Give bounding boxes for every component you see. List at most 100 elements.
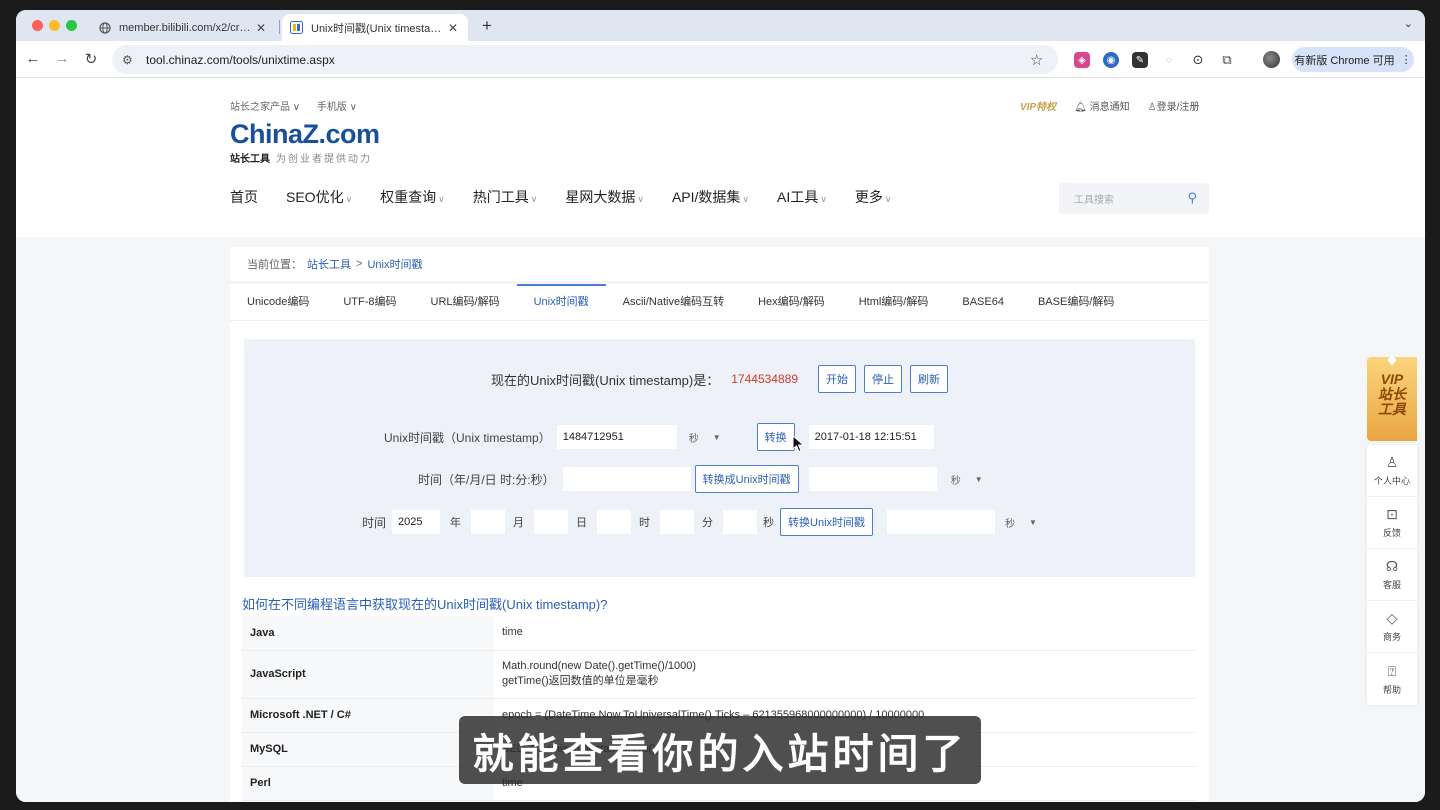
unit-label: 秒 — [1005, 518, 1016, 530]
profile-avatar[interactable] — [1263, 51, 1280, 68]
breadcrumb-current[interactable]: Unix时间戳 — [367, 256, 422, 272]
top-right-links: VIP特权 🔔︎ 消息通知 ♙登录/注册 — [1020, 98, 1199, 113]
products-link[interactable]: 站长之家产品 ∨ — [230, 102, 300, 113]
tab-unix[interactable]: Unix时间戳 — [516, 284, 606, 320]
nav-hot-tools[interactable]: 热门工具 ∨ — [473, 187, 538, 207]
new-tab-button[interactable]: + — [482, 16, 492, 36]
fields-to-unix-button[interactable]: 转换Unix时间戳 — [780, 508, 874, 536]
table-row: JavaScript Math.round(new Date().getTime… — [242, 650, 1195, 699]
to-unix-button[interactable]: 转换成Unix时间戳 — [694, 465, 799, 493]
reload-icon[interactable]: ↻ — [82, 50, 100, 68]
update-chrome-button[interactable]: 有新版 Chrome 可用 ⋮ — [1292, 47, 1414, 72]
tab-hex[interactable]: Hex编码/解码 — [741, 284, 842, 320]
sidebar-item-profile[interactable]: ♙ 个人中心 — [1367, 445, 1417, 497]
month-input[interactable] — [471, 510, 506, 534]
back-icon[interactable]: ← — [24, 50, 42, 67]
tab-unicode[interactable]: Unicode编码 — [230, 284, 326, 320]
nav-more[interactable]: 更多 ∨ — [855, 187, 892, 207]
datetime-input[interactable] — [562, 467, 691, 491]
tab-title: Unix时间戳(Unix timestamp)转 — [311, 22, 446, 35]
nav-label: SEO优化 — [286, 189, 344, 205]
convert-button[interactable]: 转换 — [756, 423, 795, 451]
unit-select[interactable]: 秒 ▼ — [1005, 515, 1037, 530]
timestamp-result-output[interactable] — [808, 467, 937, 491]
stop-button[interactable]: 停止 — [864, 365, 902, 393]
tab-close-icon[interactable]: ✕ — [254, 21, 268, 35]
start-button[interactable]: 开始 — [818, 365, 856, 393]
site-info-icon[interactable]: ⚙ — [122, 53, 136, 67]
site-logo[interactable]: ChinaZ.com 站长工具 为创业者提供动力 — [230, 119, 380, 165]
address-bar[interactable]: ⚙ tool.chinaz.com/tools/unixtime.aspx ☆ — [112, 45, 1058, 74]
year-input[interactable]: 2025 — [392, 510, 441, 534]
now-timestamp-line: 现在的Unix时间戳(Unix timestamp)是： 1744534889 … — [244, 365, 1195, 393]
date-to-timestamp-row: 时间（年/月/日 时:分:秒） 转换成Unix时间戳 秒 ▼ — [418, 465, 983, 493]
tab-close-icon[interactable]: ✕ — [446, 21, 460, 35]
sidebar-item-label: 个人中心 — [1373, 476, 1410, 486]
extension-icon[interactable]: ◉ — [1103, 52, 1119, 68]
howto-title[interactable]: 如何在不同编程语言中获取现在的Unix时间戳(Unix timestamp)? — [242, 594, 607, 613]
tab-url[interactable]: URL编码/解码 — [414, 284, 517, 320]
handshake-icon: ◇ — [1386, 610, 1398, 626]
tab-html[interactable]: Html编码/解码 — [842, 284, 946, 320]
nav-ai[interactable]: AI工具 ∨ — [777, 187, 827, 207]
sidebar-item-service[interactable]: ☊ 客服 — [1367, 549, 1417, 601]
login-link[interactable]: ♙登录/注册 — [1148, 98, 1200, 113]
nav-home[interactable]: 首页 — [230, 187, 258, 207]
nav-bigdata[interactable]: 星网大数据 ∨ — [565, 187, 644, 207]
timestamp-input[interactable]: 1484712951 — [556, 425, 677, 449]
unit-select[interactable]: 秒 ▼ — [951, 472, 983, 487]
tab-base64[interactable]: BASE64 — [945, 284, 1021, 320]
now-label: 现在的Unix时间戳(Unix timestamp)是： — [491, 372, 720, 388]
url-text[interactable]: tool.chinaz.com/tools/unixtime.aspx — [146, 53, 1030, 67]
tab-ascii[interactable]: Ascii/Native编码互转 — [606, 284, 741, 320]
code-cell: time — [494, 616, 1195, 651]
breadcrumb-link[interactable]: 站长工具 — [307, 256, 351, 272]
minute-input[interactable] — [660, 510, 695, 534]
tool-search-input[interactable]: 工具搜索 ⚲ — [1059, 183, 1209, 214]
refresh-button[interactable]: 刷新 — [910, 365, 948, 393]
tab-utf8[interactable]: UTF-8编码 — [326, 284, 413, 320]
sidebar-item-help[interactable]: ⍰ 帮助 — [1367, 653, 1417, 705]
nav-api[interactable]: API/数据集 ∨ — [672, 187, 749, 207]
sidebar-item-feedback[interactable]: ⊡ 反馈 — [1367, 497, 1417, 549]
now-timestamp-value: 1744534889 — [731, 372, 798, 386]
close-window-button[interactable] — [32, 20, 43, 31]
mobile-link[interactable]: 手机版 ∨ — [317, 102, 357, 113]
minimize-window-button[interactable] — [49, 20, 60, 31]
second-input[interactable] — [723, 510, 758, 534]
nav-label: 更多 — [854, 189, 883, 205]
fields-result-output[interactable] — [887, 510, 996, 534]
extension-icon[interactable]: ✎ — [1132, 52, 1148, 68]
date-result-output[interactable]: 2017-01-18 12:15:51 — [808, 425, 934, 449]
year-unit: 年 — [450, 517, 462, 529]
fields-to-timestamp-row: 时间 2025 年 月 日 时 分 秒 转换Unix时间戳 秒 ▼ — [362, 508, 1037, 536]
vip-badge[interactable]: ♦ VIP站长工具 — [1367, 349, 1417, 441]
tab-search-icon[interactable]: ⌄ — [1404, 17, 1413, 30]
extension-icon[interactable]: ◈ — [1074, 52, 1090, 68]
tab-bilibili[interactable]: member.bilibili.com/x2/creat ✕ — [90, 14, 276, 41]
chevron-down-icon: ∨ — [530, 194, 538, 204]
user-icon: ♙ — [1147, 102, 1157, 113]
tab-chinaz[interactable]: Unix时间戳(Unix timestamp)转 ✕ — [282, 14, 468, 41]
search-icon[interactable]: ⚲ — [1187, 190, 1197, 206]
puzzle-icon[interactable]: ⧉ — [1219, 52, 1235, 68]
nav-label: 首页 — [230, 189, 258, 205]
bookmark-star-icon[interactable]: ☆ — [1030, 51, 1048, 69]
nav-seo[interactable]: SEO优化 ∨ — [286, 187, 352, 207]
hour-input[interactable] — [597, 510, 632, 534]
nav-label: 星网大数据 — [565, 189, 636, 205]
extension-icon[interactable]: ⊙ — [1190, 52, 1206, 68]
maximize-window-button[interactable] — [66, 20, 77, 31]
vip-link[interactable]: VIP特权 — [1020, 98, 1056, 113]
diamond-icon: ♦ — [1386, 349, 1398, 371]
forward-icon[interactable]: → — [53, 50, 71, 67]
main-nav: 首页 SEO优化 ∨ 权重查询 ∨ 热门工具 ∨ 星网大数据 ∨ API/数据集 ∨ AI… — [230, 187, 919, 207]
hour-unit: 时 — [639, 517, 651, 529]
notify-link[interactable]: 🔔︎ 消息通知 — [1074, 98, 1129, 113]
sidebar-item-business[interactable]: ◇ 商务 — [1367, 601, 1417, 653]
unit-select[interactable]: 秒 ▼ — [689, 430, 721, 445]
nav-weight[interactable]: 权重查询 ∨ — [380, 187, 445, 207]
extension-icon[interactable]: ◌ — [1161, 52, 1177, 68]
tab-base[interactable]: BASE编码/解码 — [1021, 284, 1131, 320]
day-input[interactable] — [534, 510, 569, 534]
